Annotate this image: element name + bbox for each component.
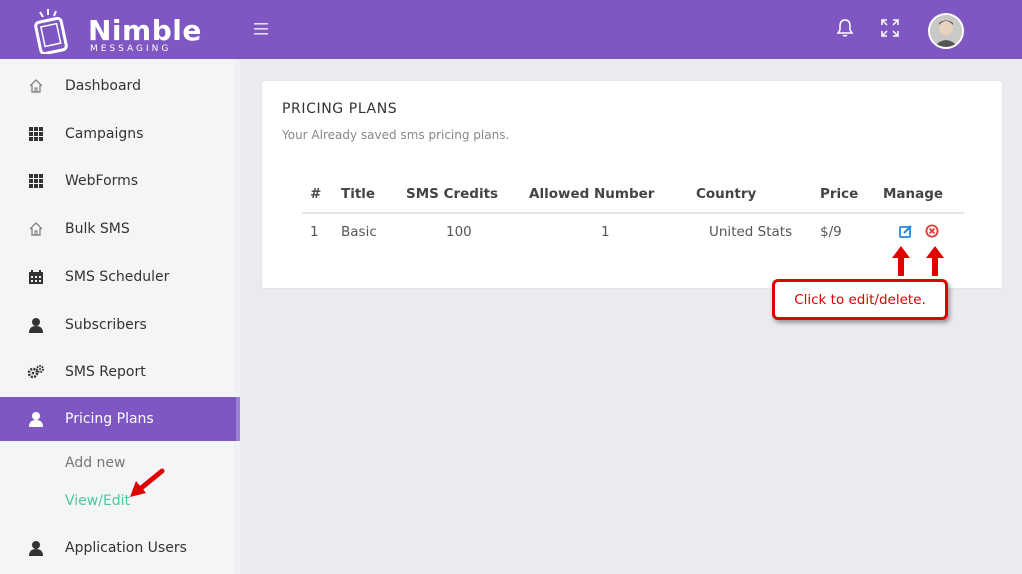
- edit-icon[interactable]: [899, 224, 913, 238]
- sidebar-item-label: SMS Scheduler: [65, 269, 170, 285]
- cell-title: Basic: [341, 224, 377, 240]
- sidebar-item-dashboard[interactable]: Dashboard: [0, 64, 240, 108]
- submenu-item-add-new[interactable]: Add new: [65, 455, 126, 471]
- user-icon: [27, 316, 45, 334]
- sidebar-item-label: Subscribers: [65, 317, 147, 333]
- annotation-callout: Click to edit/delete.: [772, 279, 948, 320]
- column-header-price: Price: [820, 186, 859, 202]
- grid-icon: [27, 125, 45, 143]
- user-avatar[interactable]: [928, 13, 964, 49]
- sidebar-item-campaigns[interactable]: Campaigns: [0, 112, 240, 156]
- table-header-divider: [302, 212, 964, 214]
- sidebar-item-sms-scheduler[interactable]: SMS Scheduler: [0, 255, 240, 299]
- page-title: PRICING PLANS: [282, 101, 398, 117]
- cell-sms-credits: 100: [446, 224, 472, 240]
- sidebar-item-webforms[interactable]: WebForms: [0, 159, 240, 203]
- column-header-title: Title: [341, 186, 376, 202]
- annotation-arrow-icon: [130, 468, 165, 497]
- sidebar-item-label: SMS Report: [65, 364, 146, 380]
- sidebar-item-subscribers[interactable]: Subscribers: [0, 303, 240, 347]
- home-icon: [27, 220, 45, 238]
- calendar-icon: [27, 268, 45, 286]
- sidebar-item-application-users[interactable]: Application Users: [0, 526, 240, 570]
- page-subtitle: Your Already saved sms pricing plans.: [282, 128, 510, 142]
- cell-number: 1: [310, 224, 319, 240]
- brand-name: Nimble: [88, 14, 202, 47]
- sidebar-item-label: Dashboard: [65, 78, 141, 94]
- gears-icon: [27, 363, 45, 381]
- column-header-sms-credits: SMS Credits: [406, 186, 499, 202]
- sidebar-item-label: Campaigns: [65, 126, 144, 142]
- sidebar-item-bulk-sms[interactable]: Bulk SMS: [0, 207, 240, 251]
- sidebar-item-label: Application Users: [65, 540, 187, 556]
- brand-tagline: MESSAGING: [90, 44, 172, 54]
- fullscreen-expand-icon[interactable]: [879, 17, 901, 39]
- column-header-allowed-number: Allowed Number: [529, 186, 655, 202]
- sidebar-item-sms-report[interactable]: SMS Report: [0, 350, 240, 394]
- callout-text: Click to edit/delete.: [794, 291, 926, 308]
- sidebar-item-label: Pricing Plans: [65, 411, 154, 427]
- home-icon: [27, 77, 45, 95]
- brand-logo[interactable]: Nimble MESSAGING: [34, 6, 214, 54]
- hamburger-icon[interactable]: [254, 22, 270, 36]
- annotation-arrow-delete-icon: [926, 246, 944, 276]
- user-icon: [27, 410, 45, 428]
- top-navbar: Nimble MESSAGING: [0, 0, 1022, 59]
- cell-country: United Stats: [709, 224, 793, 240]
- delete-icon[interactable]: [925, 224, 939, 238]
- sidebar-item-pricing-plans[interactable]: Pricing Plans: [0, 397, 240, 441]
- cell-price: $/9: [820, 224, 842, 240]
- bell-icon[interactable]: [834, 17, 856, 39]
- column-header-manage: Manage: [883, 186, 944, 202]
- column-header-country: Country: [696, 186, 757, 202]
- avatar-photo-icon: [930, 15, 962, 47]
- submenu-item-view-edit[interactable]: View/Edit: [65, 493, 130, 509]
- cell-allowed-number: 1: [601, 224, 610, 240]
- user-icon: [27, 539, 45, 557]
- annotation-arrow-edit-icon: [892, 246, 910, 276]
- grid-icon: [27, 172, 45, 190]
- sidebar-item-label: WebForms: [65, 173, 139, 189]
- phone-logo-icon: [34, 9, 68, 54]
- sidebar-item-label: Bulk SMS: [65, 221, 130, 237]
- column-header-number: #: [310, 186, 322, 202]
